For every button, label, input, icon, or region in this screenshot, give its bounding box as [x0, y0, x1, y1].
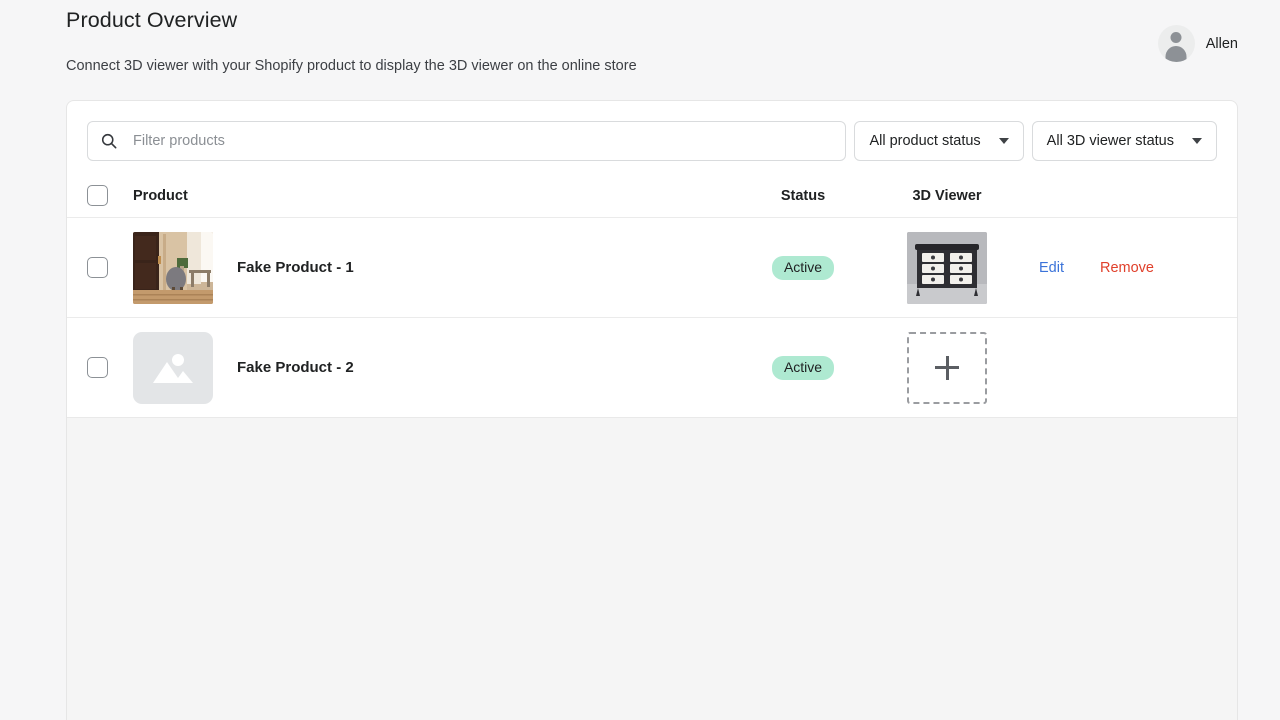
- product-placeholder-image-icon: [133, 332, 213, 404]
- status-badge: Active: [772, 256, 834, 280]
- avatar-head-shape: [1171, 32, 1182, 43]
- row-select-cell: [87, 357, 133, 378]
- product-cell: Fake Product - 1: [133, 232, 719, 304]
- column-header-product-cell: Product: [133, 188, 719, 204]
- viewer-status-label: All 3D viewer status: [1047, 133, 1174, 149]
- chevron-down-icon: [999, 138, 1009, 144]
- app-page: Product Overview Connect 3D viewer with …: [0, 0, 1280, 720]
- search-icon: [100, 132, 118, 150]
- products-table: Product Status 3D Viewer: [67, 174, 1237, 720]
- page-subtitle: Connect 3D viewer with your Shopify prod…: [66, 58, 637, 74]
- status-cell: Active: [719, 256, 887, 280]
- products-card: All product status All 3D viewer status …: [66, 100, 1238, 720]
- product-status-select[interactable]: All product status: [854, 121, 1023, 161]
- table-empty-area: [67, 418, 1237, 720]
- row-actions: Edit Remove: [1007, 260, 1217, 276]
- select-all-cell: [87, 185, 133, 206]
- product-status-label: All product status: [869, 133, 980, 149]
- chevron-down-icon: [1192, 138, 1202, 144]
- avatar-body-shape: [1166, 46, 1187, 62]
- user-menu[interactable]: Allen: [1158, 25, 1238, 62]
- product-name: Fake Product - 1: [237, 259, 354, 276]
- row-checkbox[interactable]: [87, 357, 108, 378]
- row-select-cell: [87, 257, 133, 278]
- row-checkbox[interactable]: [87, 257, 108, 278]
- plus-icon: [935, 356, 959, 380]
- viewer-status-select[interactable]: All 3D viewer status: [1032, 121, 1217, 161]
- avatar: [1158, 25, 1195, 62]
- product-cell: Fake Product - 2: [133, 332, 719, 404]
- column-header-status-cell: Status: [719, 188, 887, 204]
- add-viewer-button[interactable]: [907, 332, 987, 404]
- column-header-product: Product: [133, 188, 188, 204]
- filter-bar: All product status All 3D viewer status: [67, 101, 1237, 161]
- status-cell: Active: [719, 356, 887, 380]
- status-badge: Active: [772, 356, 834, 380]
- viewer-cell: [887, 332, 1007, 404]
- user-name: Allen: [1206, 36, 1238, 52]
- viewer-cell: [887, 232, 1007, 304]
- product-name: Fake Product - 2: [237, 359, 354, 376]
- search-input[interactable]: [131, 132, 833, 150]
- column-header-viewer-cell: 3D Viewer: [887, 188, 1007, 204]
- table-row[interactable]: Fake Product - 2 Active: [67, 318, 1237, 418]
- table-row[interactable]: Fake Product - 1 Active: [67, 218, 1237, 318]
- table-header-row: Product Status 3D Viewer: [67, 174, 1237, 218]
- select-all-checkbox[interactable]: [87, 185, 108, 206]
- viewer-model-thumbnail-icon[interactable]: [907, 232, 987, 304]
- product-thumbnail-icon: [133, 232, 213, 304]
- remove-link[interactable]: Remove: [1100, 260, 1154, 276]
- edit-link[interactable]: Edit: [1039, 260, 1064, 276]
- column-header-viewer: 3D Viewer: [912, 188, 981, 204]
- page-title: Product Overview: [66, 8, 237, 33]
- search-box[interactable]: [87, 121, 846, 161]
- column-header-status: Status: [781, 188, 825, 204]
